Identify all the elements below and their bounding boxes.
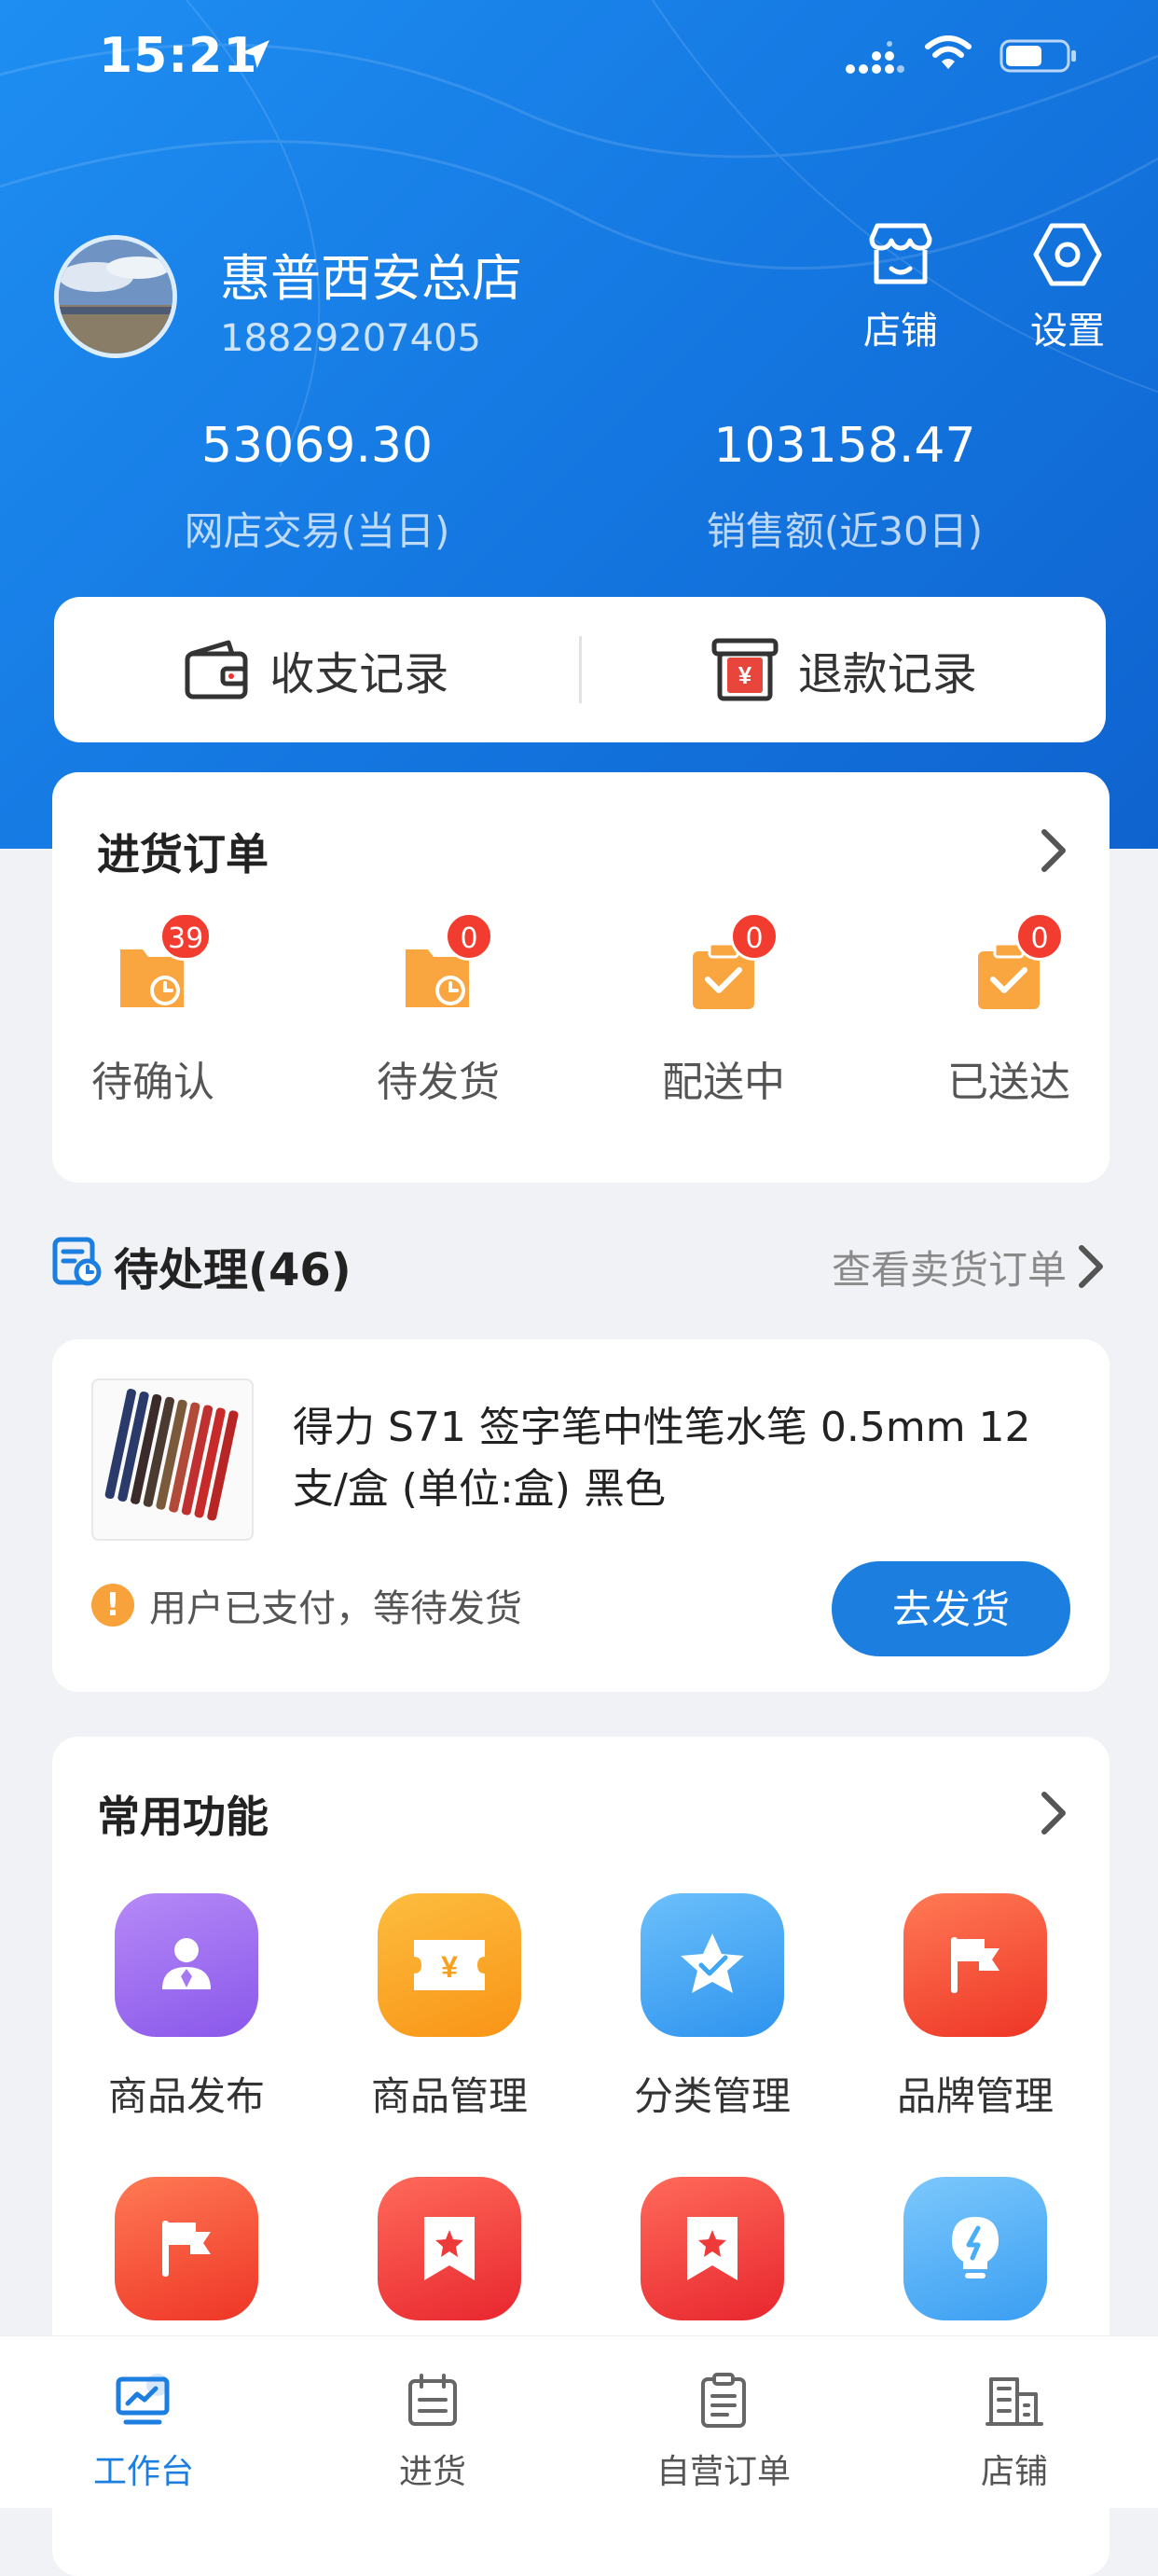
status-label: 已送达 [947, 1059, 1070, 1106]
lightbulb-icon [903, 2177, 1047, 2320]
view-sales-orders-link[interactable]: 查看卖货订单 [832, 1239, 1067, 1295]
order-status: ! 用户已支付，等待发货 [91, 1578, 522, 1632]
battery-icon [999, 39, 1076, 73]
flag-icon [115, 2177, 258, 2320]
chevron-right-icon[interactable] [1035, 1789, 1072, 1837]
status-label: 配送中 [662, 1059, 785, 1106]
shop-icon [869, 223, 932, 284]
shop-button[interactable]: 店铺 [840, 222, 961, 354]
refund-icon: ¥ [711, 638, 779, 701]
bookmark-star-icon [378, 2177, 521, 2320]
status-time: 15:21 [99, 28, 258, 84]
product-name: 得力 S71 签字笔中性笔水笔 0.5mm 12支/盒 (单位:盒) 黑色 [293, 1404, 1031, 1513]
count-badge: 0 [445, 912, 493, 961]
pens-image [104, 1389, 239, 1521]
function-item-5[interactable] [75, 2177, 298, 2320]
function-item-8[interactable] [863, 2177, 1087, 2320]
tab-workbench[interactable]: 工作台 [50, 2372, 237, 2493]
pending-list-icon [52, 1237, 102, 1286]
star-check-icon [641, 1893, 784, 2037]
product-publish-icon [115, 1893, 258, 2037]
bookmark-star-icon [641, 2177, 784, 2320]
stat-value: 53069.30 [200, 418, 434, 474]
function-label: 商品发布 [107, 2073, 265, 2119]
tab-label: 店铺 [980, 2453, 1048, 2491]
pending-title: 待处理(46) [114, 1244, 352, 1296]
purchase-orders-card: 进货订单 39 待确认 0 待发货 0 配送中 0 已送达 [52, 772, 1110, 1183]
avatar-landscape-image [59, 240, 172, 353]
building-icon [986, 2377, 1043, 2426]
status-label: 待发货 [377, 1059, 500, 1106]
wallet-icon [185, 640, 248, 699]
records-card: 收支记录 ¥ 退款记录 [54, 597, 1106, 742]
tab-label: 自营订单 [655, 2453, 791, 2491]
stat-label: 网店交易(当日) [184, 508, 450, 554]
tab-store[interactable]: 店铺 [921, 2372, 1108, 2493]
function-item-6[interactable] [338, 2177, 561, 2320]
tab-purchase[interactable]: 进货 [339, 2372, 526, 2493]
chevron-right-icon[interactable] [1072, 1242, 1110, 1291]
location-arrow-icon [241, 40, 269, 68]
count-badge: 0 [1015, 912, 1064, 961]
pending-section-header: 待处理(46) 查看卖货订单 [52, 1227, 1110, 1302]
count-badge: 0 [730, 912, 779, 961]
stat-today-trade[interactable]: 53069.30 网店交易(当日) [75, 418, 559, 557]
function-item-7[interactable] [600, 2177, 824, 2320]
store-phone: 18829207405 [220, 317, 481, 360]
status-bar: 15:21 [0, 0, 1158, 112]
count-badge: 39 [159, 912, 213, 961]
status-pending-confirm[interactable]: 39 待确认 [60, 912, 246, 1108]
tab-label: 工作台 [92, 2453, 194, 2491]
status-delivered[interactable]: 0 已送达 [916, 912, 1102, 1108]
svg-text:¥: ¥ [441, 1950, 458, 1984]
function-brand-manage[interactable]: 品牌管理 [863, 1893, 1087, 2122]
settings-button[interactable]: 设置 [1007, 222, 1128, 354]
tab-label: 进货 [398, 2453, 466, 2491]
shop-label: 店铺 [863, 310, 938, 353]
chevron-right-icon[interactable] [1035, 826, 1072, 875]
settings-hexagon-icon [1033, 223, 1102, 286]
signal-icon [846, 41, 904, 74]
function-category-manage[interactable]: 分类管理 [600, 1893, 824, 2122]
svg-text:¥: ¥ [738, 661, 752, 689]
stat-value: 103158.47 [713, 418, 976, 474]
function-label: 分类管理 [633, 2073, 791, 2119]
product-thumbnail [91, 1378, 254, 1541]
status-label: 待确认 [91, 1059, 214, 1106]
store-name: 惠普西安总店 [220, 249, 522, 308]
dashboard-icon [116, 2374, 170, 2425]
status-delivering[interactable]: 0 配送中 [630, 912, 817, 1108]
stat-label: 销售额(近30日) [706, 508, 984, 554]
wifi-icon [925, 35, 972, 69]
income-expense-label: 收支记录 [269, 648, 449, 700]
ship-button[interactable]: 去发货 [832, 1561, 1070, 1656]
status-pending-ship[interactable]: 0 待发货 [345, 912, 531, 1108]
function-label: 品牌管理 [896, 2073, 1054, 2119]
clipboard-icon [701, 2373, 746, 2428]
refund-records-label: 退款记录 [797, 648, 977, 700]
settings-label: 设置 [1030, 310, 1105, 353]
pending-order-card[interactable]: 得力 S71 签字笔中性笔水笔 0.5mm 12支/盒 (单位:盒) 黑色 ! … [52, 1339, 1110, 1692]
income-expense-button[interactable]: 收支记录 [54, 637, 579, 702]
warning-icon: ! [91, 1584, 134, 1627]
function-product-manage[interactable]: ¥ 商品管理 [338, 1893, 561, 2122]
avatar[interactable] [54, 235, 177, 358]
ticket-yen-icon: ¥ [378, 1893, 521, 2037]
calendar-list-icon [408, 2374, 457, 2426]
bottom-tab-bar: 工作台 进货 自营订单 店铺 [0, 2335, 1158, 2508]
refund-records-button[interactable]: ¥ 退款记录 [582, 637, 1107, 702]
order-status-text: 用户已支付，等待发货 [149, 1587, 522, 1630]
flag-icon [903, 1893, 1047, 2037]
stat-30day-sales[interactable]: 103158.47 销售额(近30日) [602, 418, 1087, 557]
purchase-orders-title: 进货订单 [97, 829, 269, 879]
function-label: 商品管理 [370, 2073, 528, 2119]
common-functions-title: 常用功能 [97, 1792, 269, 1842]
tab-self-orders[interactable]: 自营订单 [630, 2372, 817, 2493]
function-product-publish[interactable]: 商品发布 [75, 1893, 298, 2122]
